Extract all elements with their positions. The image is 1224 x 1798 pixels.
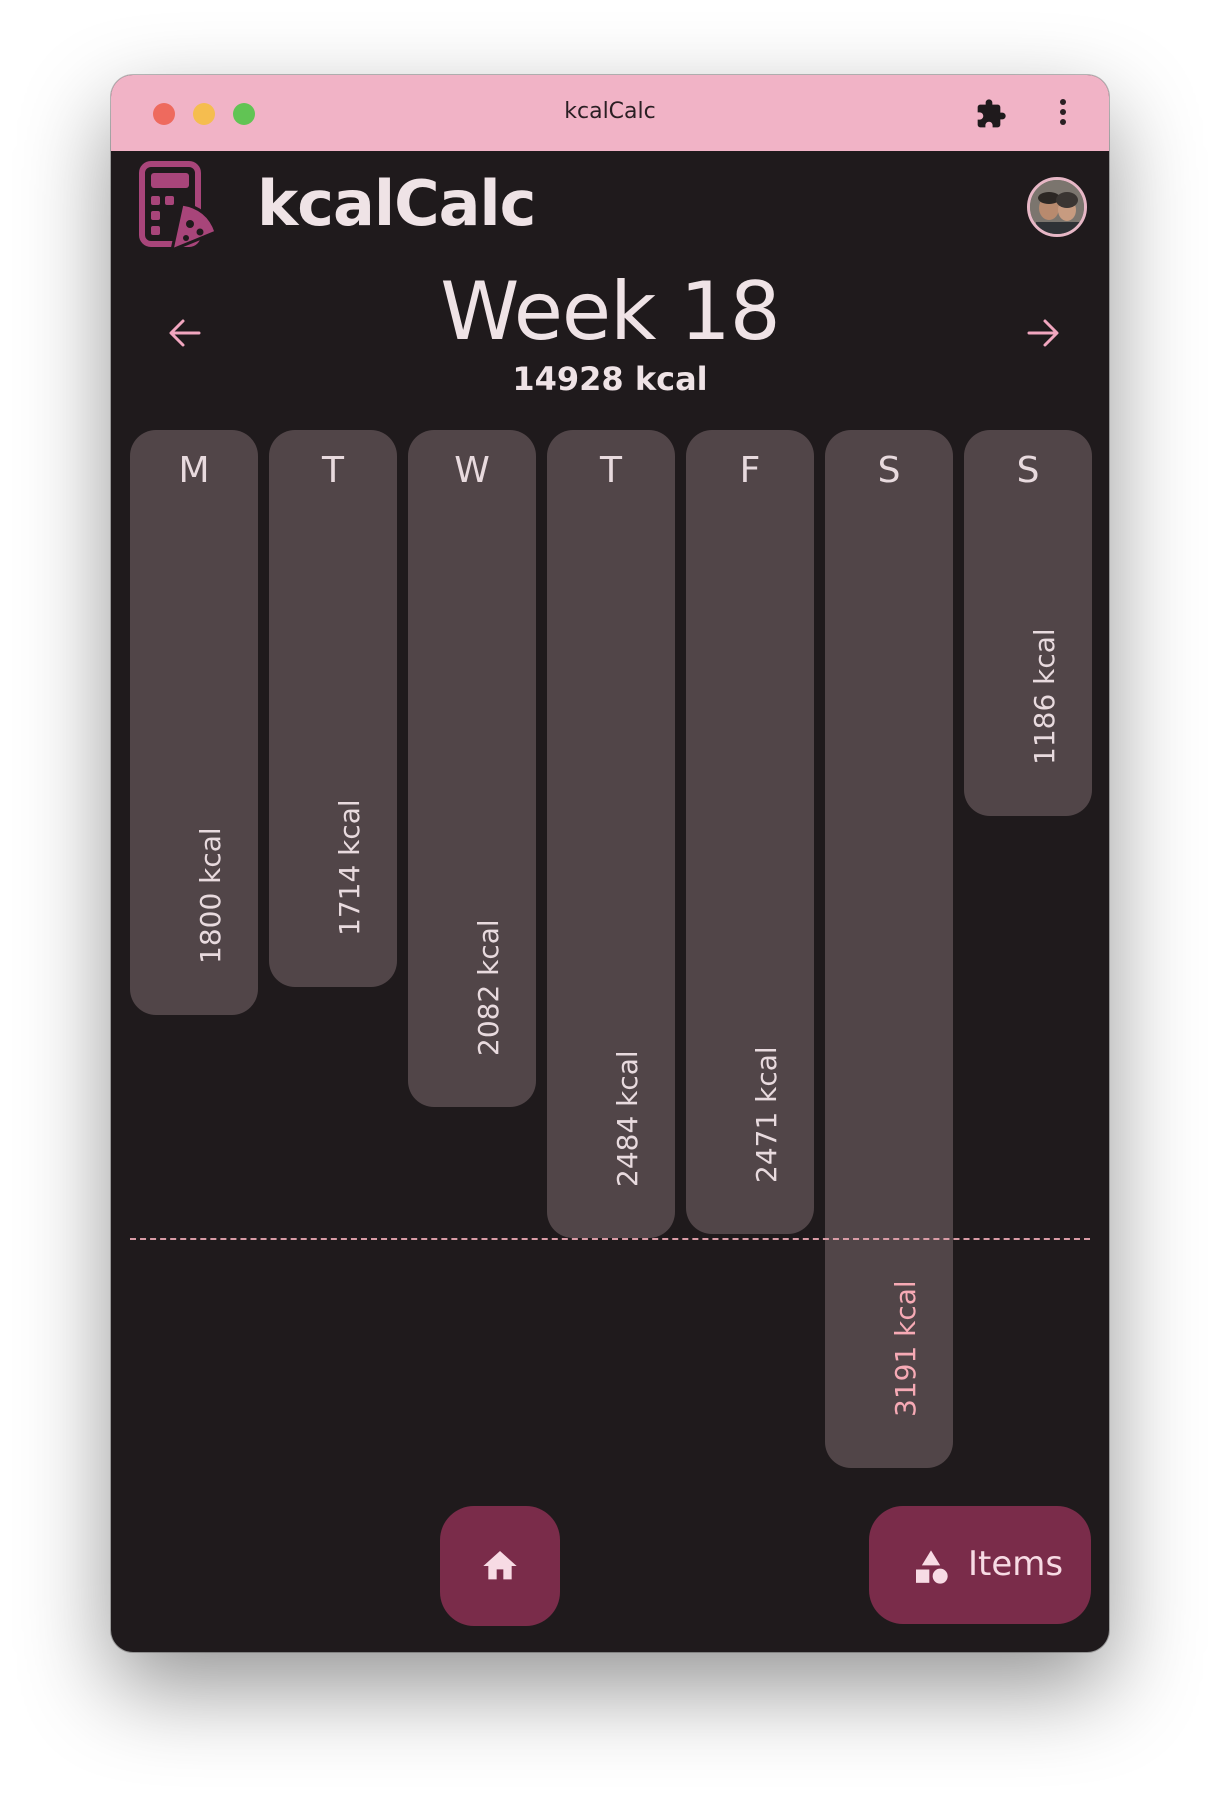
day-letter: M	[178, 450, 210, 491]
day-bar-thursday[interactable]: T 2484 kcal	[547, 430, 675, 1238]
day-kcal-label: 2471 kcal	[750, 1046, 783, 1183]
day-letter: T	[322, 450, 344, 491]
day-kcal-label: 1186 kcal	[1028, 628, 1061, 765]
day-kcal-label: 1714 kcal	[333, 799, 366, 936]
day-kcal-label: 2484 kcal	[611, 1050, 644, 1187]
day-bar-saturday[interactable]: S 3191 kcal	[825, 430, 953, 1468]
day-bar-friday[interactable]: F 2471 kcal	[686, 430, 814, 1234]
app-window: kcalCalc kcalCalc Week 18 14928 kcal M 1…	[111, 75, 1109, 1652]
shapes-icon	[916, 1550, 948, 1584]
day-kcal-label: 3191 kcal	[889, 1280, 922, 1417]
week-bar-chart: M 1800 kcal T 1714 kcal W 2082 kcal T 24…	[111, 75, 1109, 1652]
items-button[interactable]: Items	[869, 1506, 1091, 1624]
daily-target-line	[130, 1238, 1090, 1240]
day-letter: S	[1016, 450, 1040, 491]
day-bar-monday[interactable]: M 1800 kcal	[130, 430, 258, 1015]
day-bar-tuesday[interactable]: T 1714 kcal	[269, 430, 397, 987]
items-label: Items	[968, 1544, 1064, 1584]
home-button[interactable]	[440, 1506, 560, 1626]
day-kcal-label: 1800 kcal	[194, 827, 227, 964]
day-kcal-label: 2082 kcal	[472, 919, 505, 1056]
home-icon	[483, 1551, 517, 1580]
day-letter: S	[877, 450, 901, 491]
day-letter: T	[600, 450, 622, 491]
day-bar-wednesday[interactable]: W 2082 kcal	[408, 430, 536, 1107]
day-letter: F	[739, 450, 761, 491]
day-letter: W	[454, 450, 490, 491]
day-bar-sunday[interactable]: S 1186 kcal	[964, 430, 1092, 816]
